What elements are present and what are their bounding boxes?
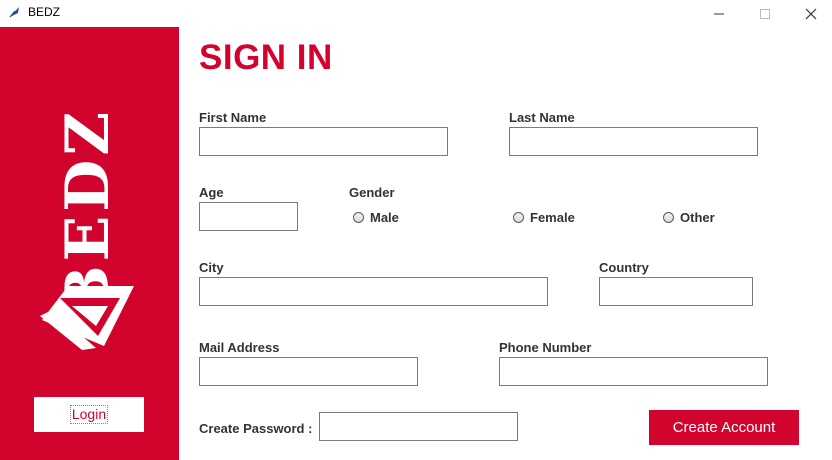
city-field[interactable]: [199, 277, 548, 306]
country-label: Country: [599, 260, 649, 275]
radio-circle-icon: [663, 212, 674, 223]
city-label: City: [199, 260, 224, 275]
last-name-field[interactable]: [509, 127, 758, 156]
window-title: BEDZ: [28, 5, 61, 19]
radio-circle-icon: [353, 212, 364, 223]
minimize-button[interactable]: [696, 0, 742, 27]
triangle-logo-icon: [40, 286, 134, 350]
close-button[interactable]: [788, 0, 832, 27]
gender-option-label: Female: [530, 210, 575, 225]
gender-option-label: Male: [370, 210, 399, 225]
maximize-button[interactable]: [742, 0, 788, 27]
minimize-icon: [714, 13, 724, 14]
country-field[interactable]: [599, 277, 753, 306]
phone-input[interactable]: [500, 358, 767, 385]
country-input[interactable]: [600, 278, 752, 305]
age-field[interactable]: [199, 202, 298, 231]
phone-field[interactable]: [499, 357, 768, 386]
gender-female-radio[interactable]: Female: [513, 210, 575, 225]
first-name-input[interactable]: [200, 128, 447, 155]
age-input[interactable]: [200, 203, 297, 230]
password-field[interactable]: [319, 412, 518, 441]
create-account-button[interactable]: Create Account: [649, 410, 799, 445]
first-name-field[interactable]: [199, 127, 448, 156]
gender-male-radio[interactable]: Male: [353, 210, 399, 225]
mail-label: Mail Address: [199, 340, 280, 355]
login-button[interactable]: Login: [34, 397, 144, 432]
sidebar: BEDZ Login: [0, 27, 179, 460]
password-label: Create Password :: [199, 421, 313, 436]
password-input[interactable]: [320, 413, 517, 440]
gender-label: Gender: [349, 185, 395, 200]
page-title: SIGN IN: [199, 38, 333, 77]
mail-input[interactable]: [200, 358, 417, 385]
last-name-input[interactable]: [510, 128, 757, 155]
title-bar: BEDZ: [0, 0, 832, 27]
maximize-icon: [760, 8, 770, 19]
gender-option-label: Other: [680, 210, 715, 225]
phone-label: Phone Number: [499, 340, 592, 355]
close-icon: [805, 8, 817, 19]
first-name-label: First Name: [199, 110, 267, 125]
feather-icon: [9, 7, 19, 18]
login-label: Login: [69, 405, 109, 424]
last-name-label: Last Name: [509, 110, 575, 125]
age-label: Age: [199, 185, 224, 200]
city-input[interactable]: [200, 278, 547, 305]
radio-circle-icon: [513, 212, 524, 223]
mail-field[interactable]: [199, 357, 418, 386]
gender-other-radio[interactable]: Other: [663, 210, 715, 225]
